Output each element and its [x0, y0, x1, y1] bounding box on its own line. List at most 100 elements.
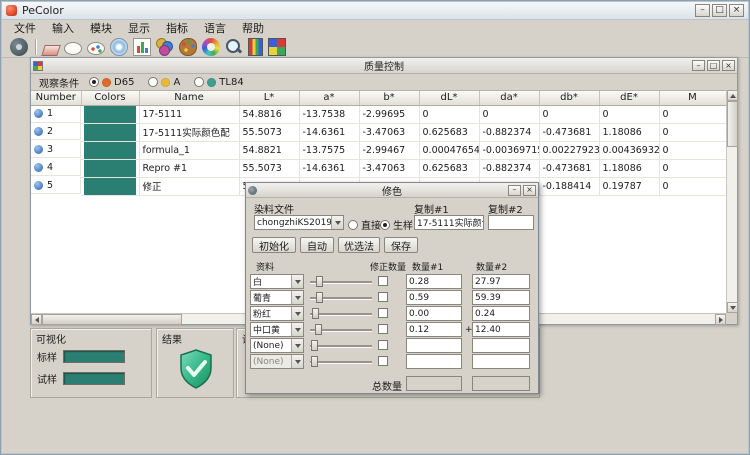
- bar-chart-icon[interactable]: [133, 38, 151, 56]
- col-number[interactable]: Number: [31, 91, 81, 105]
- menu-index[interactable]: 指标: [158, 19, 196, 37]
- fix-checkbox[interactable]: [378, 308, 388, 318]
- qty1-field[interactable]: [406, 354, 462, 369]
- col-dL[interactable]: dL*: [419, 91, 479, 105]
- color-wheel-icon[interactable]: [202, 38, 220, 56]
- scroll-left-icon[interactable]: [31, 314, 42, 325]
- slider-thumb[interactable]: [312, 308, 319, 319]
- menu-language[interactable]: 语言: [196, 19, 234, 37]
- scroll-right-icon[interactable]: [715, 314, 726, 325]
- dye-file-select[interactable]: chongzhiKS2019: [254, 215, 344, 230]
- chevron-down-icon[interactable]: [291, 307, 303, 320]
- mode-direct-option[interactable]: 直接: [348, 217, 381, 232]
- dye-slider[interactable]: [310, 306, 372, 321]
- ellipse-dots-icon[interactable]: [87, 42, 105, 55]
- slider-thumb[interactable]: [311, 340, 318, 351]
- qty1-field[interactable]: 0.00: [406, 306, 462, 321]
- illuminant-option-d65[interactable]: D65: [89, 77, 134, 88]
- radio-d65[interactable]: [89, 77, 99, 87]
- settings-gear-icon[interactable]: [10, 38, 28, 56]
- qty2-field[interactable]: 0.24: [472, 306, 530, 321]
- table-row[interactable]: 4 Repro #1 55.5073 -14.6361 -3.47063 0.6…: [31, 159, 726, 177]
- col-b[interactable]: b*: [359, 91, 419, 105]
- col-da[interactable]: da*: [479, 91, 539, 105]
- illuminant-option-tl84[interactable]: TL84: [194, 77, 243, 88]
- optimize-button[interactable]: 优选法: [338, 237, 380, 253]
- scroll-up-icon[interactable]: [727, 90, 738, 101]
- menu-help[interactable]: 帮助: [234, 19, 272, 37]
- qty1-field[interactable]: [406, 338, 462, 353]
- chevron-down-icon[interactable]: [291, 339, 303, 352]
- col-dE[interactable]: dE*: [599, 91, 659, 105]
- qc-titlebar[interactable]: 质量控制 – □ ×: [31, 58, 737, 74]
- dye-select[interactable]: 白: [250, 274, 304, 289]
- menu-module[interactable]: 模块: [82, 19, 120, 37]
- slider-thumb[interactable]: [311, 356, 318, 367]
- fix-checkbox[interactable]: [378, 324, 388, 334]
- col-db[interactable]: db*: [539, 91, 599, 105]
- palette-icon[interactable]: [179, 38, 197, 56]
- chevron-down-icon[interactable]: [291, 323, 303, 336]
- save-button[interactable]: 保存: [384, 237, 418, 253]
- qty1-field[interactable]: 0.59: [406, 290, 462, 305]
- pie-stack-icon[interactable]: [156, 38, 174, 56]
- maximize-button[interactable]: □: [712, 4, 727, 17]
- menu-display[interactable]: 显示: [120, 19, 158, 37]
- menu-file[interactable]: 文件: [6, 19, 44, 37]
- copy1-field[interactable]: 17-5111实际颜色: [414, 215, 484, 230]
- chevron-down-icon[interactable]: [291, 275, 303, 288]
- dye-slider[interactable]: [310, 354, 372, 369]
- dye-slider[interactable]: [310, 322, 372, 337]
- qty2-field[interactable]: 12.40: [472, 322, 530, 337]
- auto-button[interactable]: 自动: [300, 237, 334, 253]
- copy2-field[interactable]: [488, 215, 534, 230]
- fix-checkbox[interactable]: [378, 292, 388, 302]
- eraser-icon[interactable]: [41, 45, 61, 56]
- col-colors[interactable]: Colors: [81, 91, 139, 105]
- qty1-field[interactable]: 0.28: [406, 274, 462, 289]
- vscroll-thumb[interactable]: [727, 101, 738, 147]
- dye-slider[interactable]: [310, 290, 372, 305]
- mode-sample-option[interactable]: 生样: [380, 217, 413, 232]
- radio-direct[interactable]: [348, 220, 358, 230]
- qty2-field[interactable]: [472, 354, 530, 369]
- table-row[interactable]: 1 17-5111 54.8816 -13.7538 -2.99695 0 0 …: [31, 105, 726, 123]
- table-row[interactable]: 3 formula_1 54.8821 -13.7575 -2.99467 0.…: [31, 141, 726, 159]
- qc-minimize-button[interactable]: –: [692, 60, 705, 71]
- fix-checkbox[interactable]: [378, 340, 388, 350]
- chevron-down-icon[interactable]: [291, 291, 303, 304]
- fix-checkbox[interactable]: [378, 276, 388, 286]
- slider-thumb[interactable]: [315, 324, 322, 335]
- qty1-field[interactable]: 0.12: [406, 322, 462, 337]
- radio-tl84[interactable]: [194, 77, 204, 87]
- ellipse-icon[interactable]: [64, 42, 82, 55]
- dye-select[interactable]: 葡青: [250, 290, 304, 305]
- color-grid-icon[interactable]: [268, 38, 286, 56]
- dialog-titlebar[interactable]: 修色 – ×: [246, 183, 538, 198]
- qty2-field[interactable]: 27.97: [472, 274, 530, 289]
- initialize-button[interactable]: 初始化: [252, 237, 296, 253]
- col-L[interactable]: L*: [239, 91, 299, 105]
- close-button[interactable]: ×: [729, 4, 744, 17]
- fix-checkbox[interactable]: [378, 356, 388, 366]
- dye-slider[interactable]: [310, 274, 372, 289]
- radio-a[interactable]: [148, 77, 158, 87]
- qty2-field[interactable]: 59.39: [472, 290, 530, 305]
- slider-thumb[interactable]: [316, 292, 323, 303]
- col-name[interactable]: Name: [139, 91, 239, 105]
- chevron-down-icon[interactable]: [331, 216, 343, 229]
- dye-select[interactable]: 粉红: [250, 306, 304, 321]
- menu-input[interactable]: 输入: [44, 19, 82, 37]
- qc-maximize-button[interactable]: □: [707, 60, 720, 71]
- magnifier-icon[interactable]: [225, 38, 243, 56]
- table-row[interactable]: 2 17-5111实际颜色配 55.5073 -14.6361 -3.47063…: [31, 123, 726, 141]
- illuminant-option-a[interactable]: A: [148, 77, 180, 88]
- dye-select[interactable]: (None): [250, 338, 304, 353]
- slider-thumb[interactable]: [316, 276, 323, 287]
- dye-slider[interactable]: [310, 338, 372, 353]
- color-bars-icon[interactable]: [248, 38, 263, 56]
- scroll-down-icon[interactable]: [727, 302, 738, 313]
- hscroll-thumb[interactable]: [42, 314, 182, 325]
- minimize-button[interactable]: –: [695, 4, 710, 17]
- radio-sample[interactable]: [380, 220, 390, 230]
